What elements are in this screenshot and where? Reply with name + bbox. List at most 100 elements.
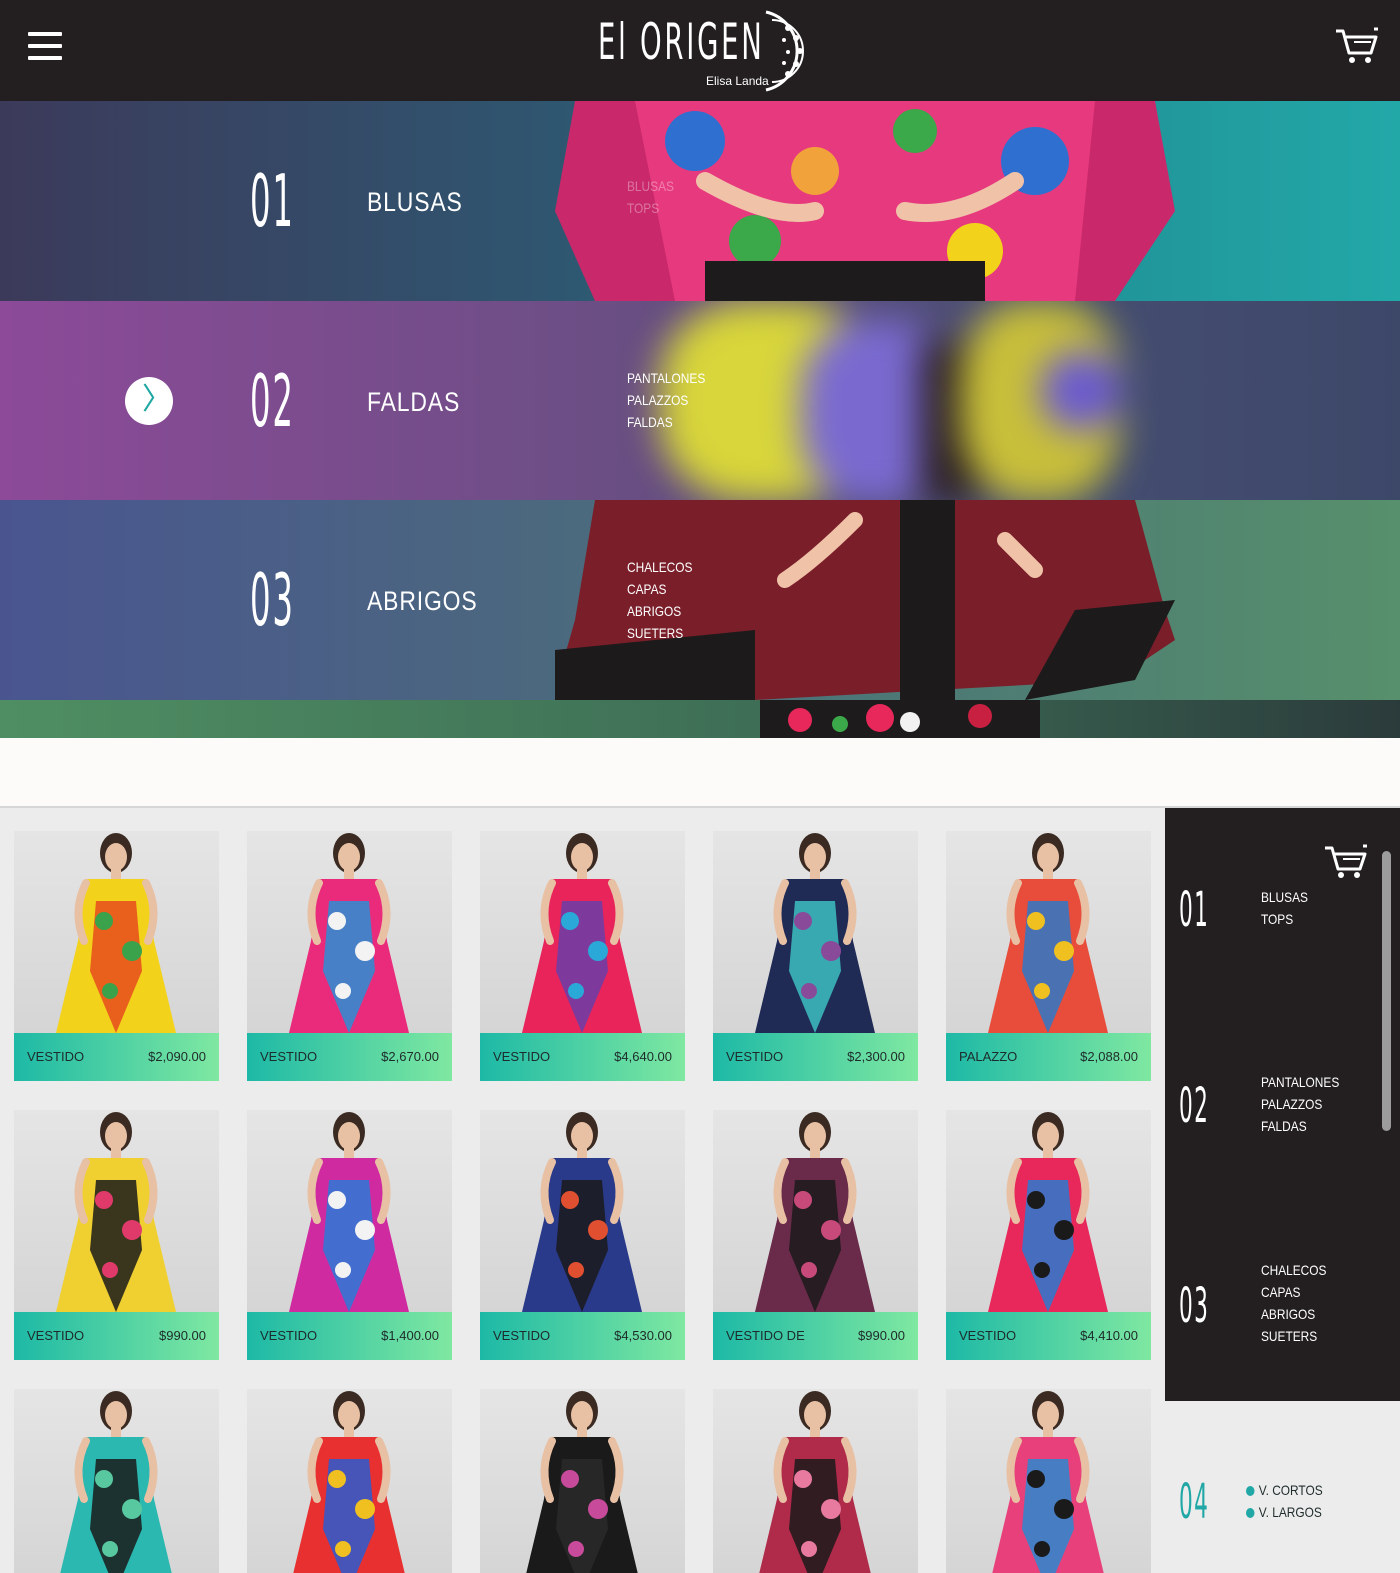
product-photo: [247, 1110, 452, 1312]
product-photo: [247, 831, 452, 1033]
side-subcategory-list: PANTALONES PALAZZOS FALDAS: [1261, 1071, 1339, 1137]
subcategory-link[interactable]: ABRIGOS: [627, 600, 692, 622]
cart-icon[interactable]: [1334, 27, 1380, 65]
subcategory-link[interactable]: SUETERS: [627, 622, 692, 644]
logo-wordmark: El ORIGEN: [598, 13, 765, 71]
product-tag[interactable]: VESTIDO $4,530.00: [480, 1312, 685, 1360]
product-photo: [247, 1389, 452, 1573]
category-banner-partial[interactable]: [0, 700, 1400, 738]
brand-logo[interactable]: El ORIGEN Elisa Landa: [598, 4, 828, 96]
product-card[interactable]: VESTIDO $4,640.00: [480, 831, 685, 1081]
product-tag[interactable]: PALAZZO $2,088.00: [946, 1033, 1151, 1081]
product-card[interactable]: VESTIDO $2,090.00: [14, 831, 219, 1081]
product-tag[interactable]: VESTIDO $4,640.00: [480, 1033, 685, 1081]
product-card[interactable]: [946, 1389, 1151, 1573]
side-subcategory-link[interactable]: PALAZZOS: [1261, 1093, 1339, 1115]
product-tag[interactable]: VESTIDO DE $990.00: [713, 1312, 918, 1360]
product-name: VESTIDO: [493, 1328, 551, 1343]
product-photo: [713, 1389, 918, 1573]
category-number: 02: [250, 359, 295, 443]
product-card[interactable]: VESTIDO $4,410.00: [946, 1110, 1151, 1360]
product-card[interactable]: VESTIDO $2,670.00: [247, 831, 452, 1081]
side-subcategory-link[interactable]: FALDAS: [1261, 1115, 1339, 1137]
product-photo: [14, 1389, 219, 1573]
product-card[interactable]: VESTIDO $990.00: [14, 1110, 219, 1360]
filter-panel: 04 V. CORTOS V. LARGOS: [1165, 1401, 1400, 1573]
product-card[interactable]: [14, 1389, 219, 1573]
filter-option-label: V. LARGOS: [1258, 1504, 1322, 1520]
product-name: PALAZZO: [959, 1049, 1018, 1064]
product-tag[interactable]: VESTIDO $2,300.00: [713, 1033, 918, 1081]
filter-option-short[interactable]: V. CORTOS: [1246, 1482, 1323, 1498]
product-card[interactable]: [480, 1389, 685, 1573]
category-banner-blusas[interactable]: 01 BLUSAS BLUSAS TOPS: [0, 101, 1400, 301]
category-title[interactable]: FALDAS: [367, 387, 460, 418]
side-subcategory-link[interactable]: SUETERS: [1261, 1325, 1326, 1347]
product-price: $4,410.00: [1080, 1328, 1138, 1343]
category-number: 03: [250, 558, 295, 642]
side-category-number: 01: [1179, 882, 1210, 938]
logo-sun-icon: [765, 10, 804, 92]
next-arrow-button[interactable]: 〉: [125, 377, 173, 425]
category-side-panel: 01 BLUSAS TOPS 02 PANTALONES PALAZZOS FA…: [1165, 808, 1400, 1401]
product-tag[interactable]: VESTIDO $4,410.00: [946, 1312, 1151, 1360]
top-navigation-bar: El ORIGEN Elisa Landa: [0, 0, 1400, 101]
product-price: $4,530.00: [614, 1328, 672, 1343]
subcategory-link[interactable]: CAPAS: [627, 578, 692, 600]
product-name: VESTIDO: [493, 1049, 551, 1064]
filter-option-long[interactable]: V. LARGOS: [1246, 1504, 1322, 1520]
subcategory-link[interactable]: PANTALONES: [627, 367, 705, 389]
product-card[interactable]: [713, 1389, 918, 1573]
side-panel-scrollbar[interactable]: [1382, 851, 1391, 1131]
category-title[interactable]: BLUSAS: [367, 187, 463, 218]
product-photo: [14, 831, 219, 1033]
product-tag[interactable]: VESTIDO $2,090.00: [14, 1033, 219, 1081]
product-card[interactable]: VESTIDO DE $990.00: [713, 1110, 918, 1360]
side-category-number: 03: [1179, 1278, 1210, 1334]
product-photo: [713, 831, 918, 1033]
product-card[interactable]: VESTIDO $1,400.00: [247, 1110, 452, 1360]
product-photo: [14, 1110, 219, 1312]
product-price: $990.00: [858, 1328, 905, 1343]
cart-icon[interactable]: [1323, 844, 1369, 880]
side-subcategory-link[interactable]: CAPAS: [1261, 1281, 1326, 1303]
subcategory-link[interactable]: PALAZZOS: [627, 389, 705, 411]
subcategory-link[interactable]: CHALECOS: [627, 556, 692, 578]
product-price: $2,088.00: [1080, 1049, 1138, 1064]
product-card[interactable]: PALAZZO $2,088.00: [946, 831, 1151, 1081]
product-photo: [946, 1110, 1151, 1312]
side-subcategory-list: BLUSAS TOPS: [1261, 886, 1308, 930]
menu-icon[interactable]: [28, 32, 62, 60]
product-tag[interactable]: VESTIDO $2,670.00: [247, 1033, 452, 1081]
side-subcategory-link[interactable]: BLUSAS: [1261, 886, 1308, 908]
category-title[interactable]: ABRIGOS: [367, 586, 478, 617]
subcategory-list: CHALECOS CAPAS ABRIGOS SUETERS: [627, 556, 692, 644]
product-name: VESTIDO: [959, 1328, 1017, 1343]
side-subcategory-link[interactable]: PANTALONES: [1261, 1071, 1339, 1093]
product-photo: [480, 1389, 685, 1573]
category-banner-abrigos[interactable]: 03 ABRIGOS CHALECOS CAPAS ABRIGOS SUETER…: [0, 500, 1400, 700]
product-card[interactable]: [247, 1389, 452, 1573]
side-subcategory-link[interactable]: CHALECOS: [1261, 1259, 1326, 1281]
category-banner-faldas[interactable]: 〉 02 FALDAS PANTALONES PALAZZOS FALDAS: [0, 301, 1400, 501]
product-price: $2,670.00: [381, 1049, 439, 1064]
subcategory-link[interactable]: BLUSAS: [627, 175, 674, 197]
product-card[interactable]: VESTIDO $4,530.00: [480, 1110, 685, 1360]
product-tag[interactable]: VESTIDO $1,400.00: [247, 1312, 452, 1360]
subcategory-link[interactable]: FALDAS: [627, 411, 705, 433]
side-subcategory-link[interactable]: TOPS: [1261, 908, 1308, 930]
product-name: VESTIDO DE: [726, 1328, 805, 1343]
filter-dot-icon: [1246, 1508, 1255, 1518]
product-photo: [480, 831, 685, 1033]
category-number: 01: [250, 159, 295, 243]
product-name: VESTIDO: [260, 1049, 318, 1064]
product-tag[interactable]: VESTIDO $990.00: [14, 1312, 219, 1360]
subcategory-link[interactable]: TOPS: [627, 197, 674, 219]
side-subcategory-link[interactable]: ABRIGOS: [1261, 1303, 1326, 1325]
chevron-right-icon: 〉: [142, 383, 172, 416]
subcategory-list: PANTALONES PALAZZOS FALDAS: [627, 367, 705, 433]
product-name: VESTIDO: [27, 1049, 85, 1064]
product-price: $2,090.00: [148, 1049, 206, 1064]
section-spacer: [0, 738, 1400, 806]
product-card[interactable]: VESTIDO $2,300.00: [713, 831, 918, 1081]
